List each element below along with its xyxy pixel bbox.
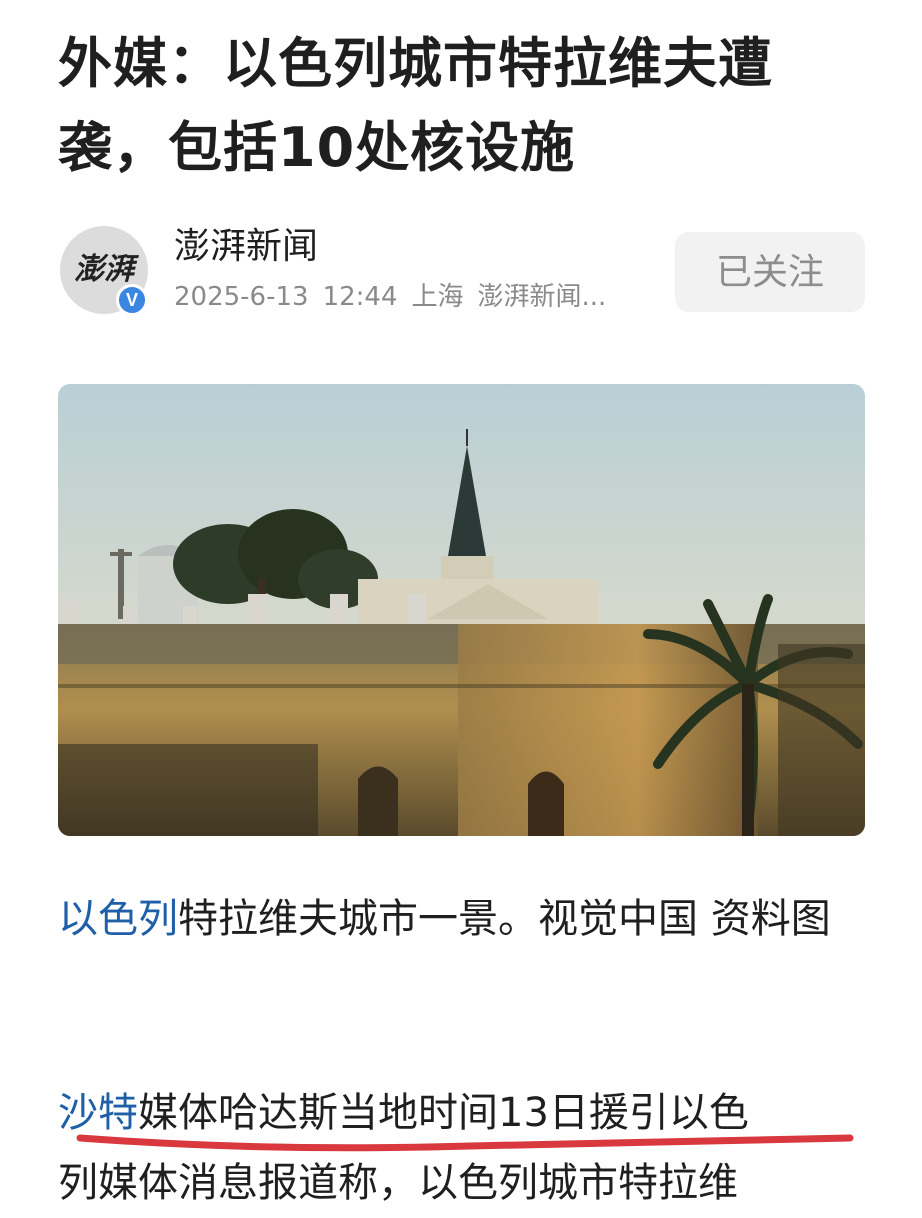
caption-tag-link[interactable]: 以色列 bbox=[58, 896, 178, 942]
verified-icon: V bbox=[116, 284, 148, 316]
avatar[interactable]: 澎湃 V bbox=[60, 226, 148, 316]
photo-tel-aviv bbox=[58, 384, 865, 836]
publish-date: 2025-6-13 bbox=[174, 282, 309, 312]
publish-time: 12:44 bbox=[322, 282, 398, 312]
red-underline-annotation bbox=[76, 1134, 854, 1152]
image-caption: 以色列特拉维夫城市一景。视觉中国 资料图 bbox=[58, 884, 868, 954]
author-name[interactable]: 澎湃新闻 bbox=[174, 224, 318, 270]
publish-location: 上海 bbox=[411, 282, 464, 312]
author-meta: 2025-6-13 12:44 上海 澎湃新闻... bbox=[174, 278, 644, 316]
article-title: 外媒：以色列城市特拉维夫遭袭，包括10处核设施 bbox=[58, 32, 773, 179]
author-row: 澎湃 V 澎湃新闻 2025-6-13 12:44 上海 澎湃新闻... 已关注 bbox=[60, 222, 865, 322]
follow-button[interactable]: 已关注 bbox=[675, 232, 865, 312]
publish-source: 澎湃新闻... bbox=[477, 282, 607, 312]
caption-text: 特拉维夫城市一景。视觉中国 资料图 bbox=[178, 896, 831, 942]
article-image[interactable] bbox=[58, 384, 865, 836]
